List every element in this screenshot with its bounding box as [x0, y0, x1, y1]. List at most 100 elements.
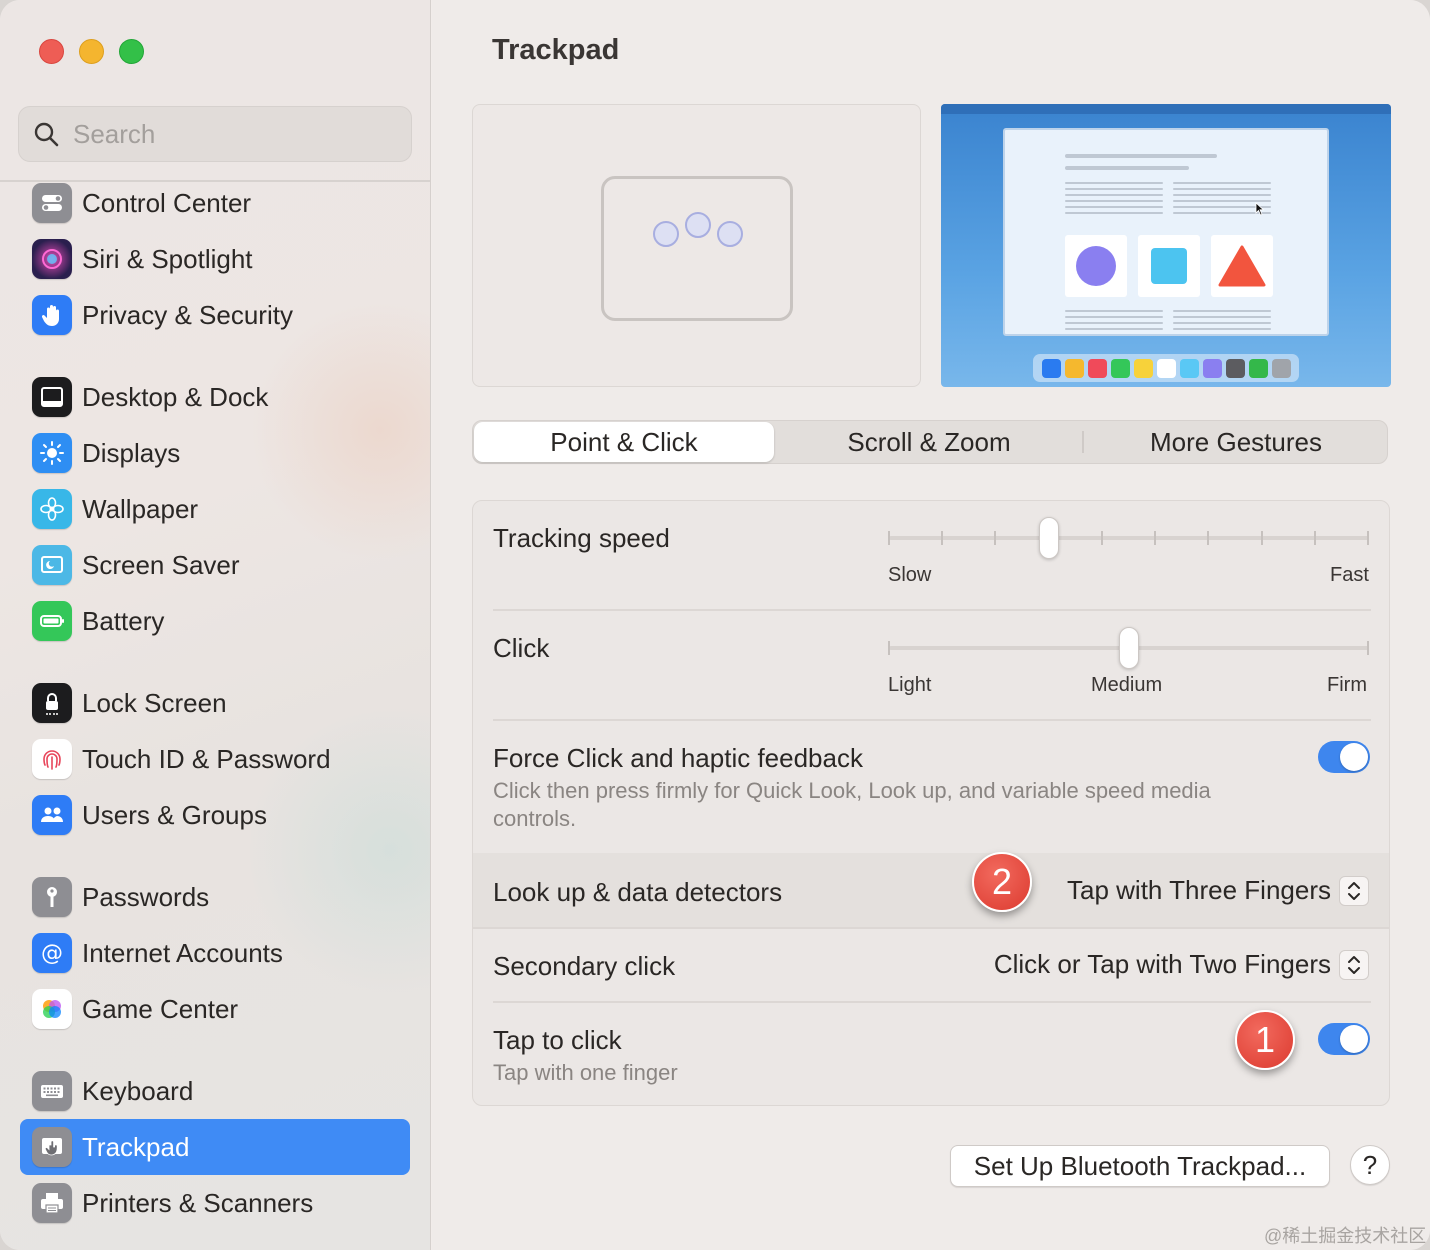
- tracking-fast-label: Fast: [1330, 564, 1369, 586]
- keyboard-icon: [32, 1071, 72, 1111]
- sidebar-item-displays[interactable]: Displays: [20, 425, 410, 481]
- annotation-badge-2: 2: [972, 852, 1032, 912]
- sidebar-item-trackpad[interactable]: Trackpad: [20, 1119, 410, 1175]
- battery-icon: [32, 601, 72, 641]
- sidebar-item-desktop-dock[interactable]: Desktop & Dock: [20, 369, 410, 425]
- sidebar-item-printers[interactable]: Printers & Scanners: [20, 1175, 410, 1231]
- sidebar-item-users[interactable]: Users & Groups: [20, 787, 410, 843]
- secondary-click-popup[interactable]: Click or Tap with Two Fingers: [994, 949, 1369, 980]
- finger-dot: [685, 212, 711, 238]
- slider-tick: [1314, 531, 1316, 545]
- chevron-up-down-icon: [1339, 875, 1369, 906]
- sidebar-item-label: Touch ID & Password: [82, 743, 331, 774]
- tracking-speed-thumb[interactable]: [1039, 517, 1059, 559]
- tab-point-click[interactable]: Point & Click: [474, 422, 774, 462]
- slider-tick: [1261, 531, 1263, 545]
- look-up-value: Tap with Three Fingers: [1067, 875, 1331, 905]
- sidebar-item-label: Users & Groups: [82, 799, 267, 830]
- dock-illustration: [1033, 354, 1299, 382]
- trackpad-illustration: [601, 176, 793, 321]
- tap-to-click-toggle[interactable]: [1318, 1023, 1370, 1055]
- screen-saver-icon: [32, 545, 72, 585]
- page-title: Trackpad: [492, 34, 620, 66]
- lock-icon: [32, 683, 72, 723]
- sidebar-item-label: Battery: [82, 605, 165, 636]
- sidebar-item-label: Printers & Scanners: [82, 1187, 314, 1218]
- circle-card: [1065, 235, 1127, 297]
- row-divider: [493, 719, 1371, 721]
- force-click-description: Click then press firmly for Quick Look, …: [493, 778, 1211, 831]
- sidebar-item-passwords[interactable]: Passwords: [20, 869, 410, 925]
- triangle-card: [1211, 235, 1273, 297]
- sun-icon: [32, 433, 72, 473]
- sidebar-item-label: Wallpaper: [82, 493, 199, 524]
- tap-to-click-description: Tap with one finger: [493, 1060, 678, 1085]
- tracking-slow-label: Slow: [888, 564, 932, 586]
- slider-tick: [1101, 531, 1103, 545]
- fingerprint-icon: [32, 739, 72, 779]
- search-placeholder: Search: [73, 118, 156, 149]
- tracking-speed-label: Tracking speed: [493, 523, 670, 553]
- slider-tick: [1367, 531, 1369, 545]
- sidebar-item-wallpaper[interactable]: Wallpaper: [20, 481, 410, 537]
- help-button[interactable]: ?: [1350, 1145, 1390, 1185]
- cursor-icon: [1255, 202, 1265, 216]
- force-click-toggle[interactable]: [1318, 741, 1370, 773]
- key-icon: [32, 877, 72, 917]
- flower-icon: [32, 489, 72, 529]
- sidebar-item-lock-screen[interactable]: Lock Screen: [20, 675, 410, 731]
- tap-to-click-label: Tap to click: [493, 1025, 622, 1055]
- search-field[interactable]: Search: [18, 106, 412, 162]
- click-light-label: Light: [888, 674, 932, 696]
- sidebar-item-control-center[interactable]: Control Center: [20, 175, 410, 231]
- annotation-badge-1: 1: [1235, 1010, 1295, 1070]
- click-medium-label: Medium: [1091, 674, 1163, 696]
- sidebar: Search Control Center Siri & Spotlight P…: [0, 0, 431, 1250]
- minimize-button[interactable]: [79, 39, 104, 64]
- click-slider-thumb[interactable]: [1119, 627, 1139, 669]
- window-controls: [39, 39, 144, 64]
- finger-dot: [717, 221, 743, 247]
- game-center-icon: [32, 989, 72, 1029]
- square-card: [1138, 235, 1200, 297]
- sidebar-item-label: Trackpad: [82, 1131, 190, 1162]
- document-illustration: [1003, 128, 1329, 336]
- sidebar-item-internet-accounts[interactable]: @ Internet Accounts: [20, 925, 410, 981]
- sidebar-item-label: Siri & Spotlight: [82, 243, 253, 274]
- slider-tick: [994, 531, 996, 545]
- sidebar-item-privacy[interactable]: Privacy & Security: [20, 287, 410, 343]
- sidebar-item-siri[interactable]: Siri & Spotlight: [20, 231, 410, 287]
- sidebar-item-label: Lock Screen: [82, 687, 227, 718]
- search-icon: [34, 122, 59, 147]
- finger-dot: [653, 221, 679, 247]
- sidebar-item-touch-id[interactable]: Touch ID & Password: [20, 731, 410, 787]
- secondary-click-value: Click or Tap with Two Fingers: [993, 949, 1331, 979]
- sidebar-item-keyboard[interactable]: Keyboard: [20, 1063, 410, 1119]
- watermark: @稀土掘金技术社区: [1264, 1226, 1427, 1246]
- slider-tick: [888, 531, 890, 545]
- hand-icon: [32, 295, 72, 335]
- click-label: Click: [493, 633, 550, 663]
- tab-more-gestures[interactable]: More Gestures: [1084, 421, 1388, 463]
- slider-tick: [1207, 531, 1209, 545]
- desktop-preview: [941, 104, 1391, 387]
- setup-bluetooth-trackpad-button[interactable]: Set Up Bluetooth Trackpad...: [950, 1145, 1330, 1187]
- zoom-button[interactable]: [119, 39, 144, 64]
- svg-text:@: @: [41, 941, 63, 966]
- row-divider: [473, 927, 1389, 929]
- printer-icon: [32, 1183, 72, 1223]
- slider-tick: [941, 531, 943, 545]
- close-button[interactable]: [39, 39, 64, 64]
- tab-scroll-zoom[interactable]: Scroll & Zoom: [776, 421, 1082, 463]
- sidebar-item-game-center[interactable]: Game Center: [20, 981, 410, 1037]
- sidebar-item-label: Control Center: [82, 187, 252, 218]
- settings-window: Search Control Center Siri & Spotlight P…: [0, 0, 1430, 1250]
- sidebar-item-battery[interactable]: Battery: [20, 593, 410, 649]
- force-click-label: Force Click and haptic feedback: [493, 743, 863, 773]
- row-divider: [493, 609, 1371, 611]
- slider-tick: [1154, 531, 1156, 545]
- sidebar-item-screen-saver[interactable]: Screen Saver: [20, 537, 410, 593]
- sidebar-item-label: Keyboard: [82, 1075, 194, 1106]
- gesture-preview: [472, 104, 921, 387]
- look-up-popup[interactable]: Tap with Three Fingers: [1067, 875, 1369, 906]
